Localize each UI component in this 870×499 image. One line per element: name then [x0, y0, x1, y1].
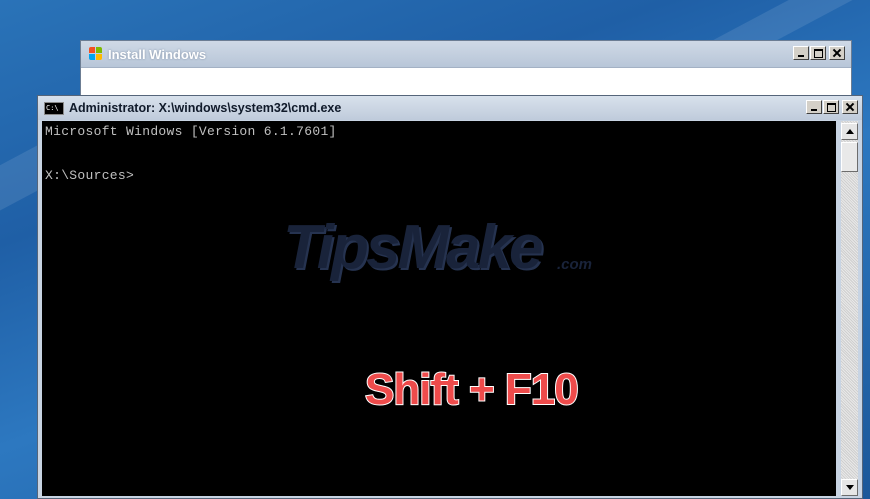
maximize-button[interactable] — [810, 46, 826, 60]
shortcut-label: Shift + F10 — [364, 364, 580, 415]
cmd-window-titlebar[interactable]: C:\ Administrator: X:\windows\system32\c… — [38, 96, 862, 120]
tipsmake-watermark: TipsMake — [283, 213, 543, 282]
cmd-window-controls — [805, 100, 858, 114]
cmd-window-title: Administrator: X:\windows\system32\cmd.e… — [69, 101, 342, 115]
console-line-prompt: X:\Sources> — [45, 168, 135, 183]
cmd-window[interactable]: C:\ Administrator: X:\windows\system32\c… — [37, 95, 863, 499]
console-line-version: Microsoft Windows [Version 6.1.7601] — [45, 124, 337, 139]
maximize-button[interactable] — [823, 100, 839, 114]
install-window-title: Install Windows — [108, 46, 207, 62]
close-button[interactable] — [829, 46, 845, 60]
windows-logo-icon — [89, 47, 103, 61]
scroll-down-arrow-icon[interactable] — [841, 479, 858, 496]
console-output[interactable]: Microsoft Windows [Version 6.1.7601] X:\… — [42, 121, 836, 496]
close-button[interactable] — [842, 100, 858, 114]
vertical-scrollbar[interactable] — [841, 121, 858, 496]
tipsmake-watermark-suffix: .com — [557, 256, 593, 273]
minimize-button[interactable] — [806, 100, 822, 114]
scroll-thumb[interactable] — [841, 142, 858, 172]
scroll-up-arrow-icon[interactable] — [841, 123, 858, 140]
install-window-controls — [792, 46, 845, 60]
install-window-titlebar[interactable]: Install Windows — [81, 41, 851, 68]
minimize-button[interactable] — [793, 46, 809, 60]
cmd-icon: C:\ — [44, 101, 64, 115]
